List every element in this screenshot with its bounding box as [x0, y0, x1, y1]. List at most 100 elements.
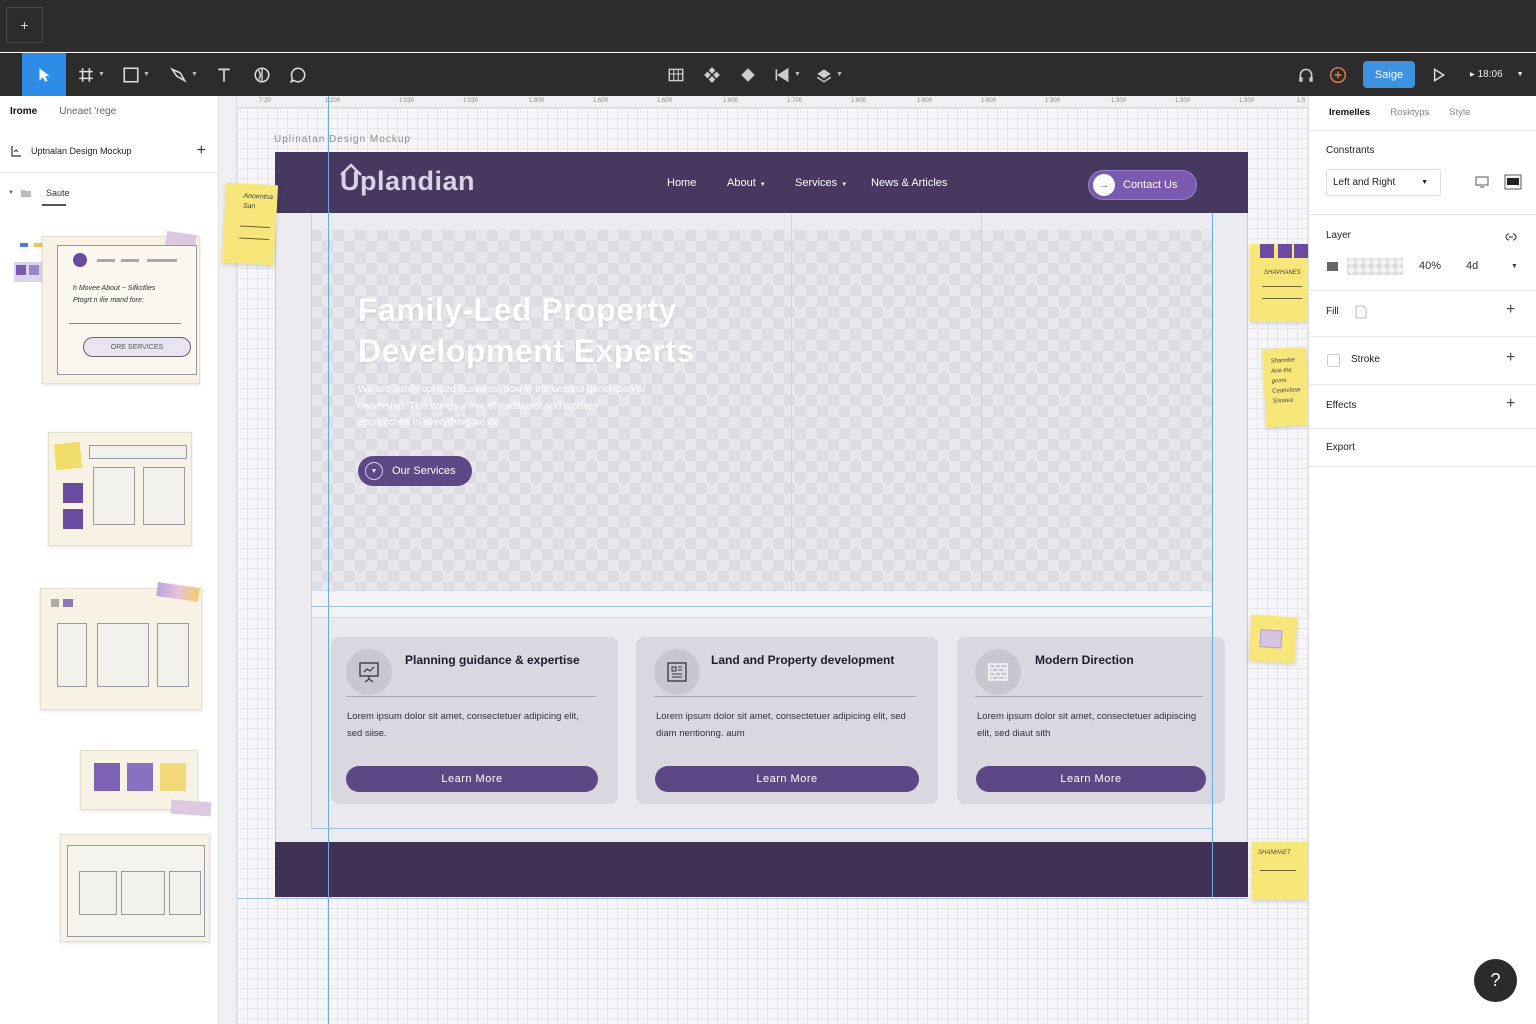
layers-panel: Irome Uneaet 'rege Uptnalan Design Mocku… — [0, 96, 219, 1024]
pen-icon — [170, 67, 187, 83]
layer-opacity-value[interactable]: 40% — [1419, 260, 1441, 272]
sticky-note-text: Shannhe Aoe the grvmi Ceahvlose Sonava — [1270, 357, 1301, 405]
tab-assets[interactable]: Uneaet 'rege — [59, 106, 116, 117]
sticky-note-right-2[interactable]: Shannhe Aoe the grvmi Ceahvlose Sonava — [1261, 346, 1311, 428]
ruler-tick: 1:300 — [1045, 98, 1061, 104]
caret-down-icon: ▼ — [8, 190, 14, 196]
file-row[interactable]: Uptnalan Design Mockup + — [10, 142, 206, 160]
ruler-tick: 7:20 — [259, 98, 271, 104]
diamond-icon — [741, 67, 755, 82]
layer-transparency-preview[interactable] — [1347, 258, 1403, 275]
note-line — [1262, 298, 1302, 299]
user-avatar-icon — [1329, 66, 1347, 83]
frame-fill-icon[interactable] — [1504, 174, 1522, 190]
shape-tool[interactable]: ▼ — [120, 53, 152, 96]
stroke-checkbox[interactable] — [1327, 354, 1340, 367]
pen-tool[interactable]: ▼ — [168, 53, 200, 96]
page-name: Saute — [45, 188, 70, 198]
ruler-tick: 1:030 — [399, 98, 415, 104]
comment-icon — [289, 66, 306, 83]
service-card-modern[interactable]: Modern Direction Lorem ipsum dolor sit a… — [957, 637, 1225, 804]
add-effect-icon[interactable]: + — [1506, 395, 1515, 413]
constraints-value: Left and Right — [1333, 177, 1396, 188]
service-card-planning[interactable]: Planning guidance & expertise Lorem ipsu… — [331, 637, 618, 804]
wire-line — [69, 323, 181, 324]
monitor-icon[interactable] — [1475, 176, 1489, 188]
our-services-button[interactable]: ▼ Our Services — [358, 456, 472, 486]
component-tool[interactable] — [664, 53, 688, 96]
hero-title[interactable]: Family-Led Property Development Experts — [358, 290, 778, 372]
file-name: Uptnalan Design Mockup — [31, 146, 132, 156]
link-icon[interactable] — [1505, 231, 1517, 243]
new-tab-button[interactable]: + — [6, 7, 43, 43]
service-card-development[interactable]: Land and Property development Lorem ipsu… — [636, 637, 938, 804]
section-divider-strip[interactable] — [311, 590, 1212, 618]
nav-home[interactable]: Home — [667, 177, 696, 189]
ruler-tick: 1:800 — [529, 98, 545, 104]
panel-divider — [1309, 336, 1536, 337]
chevron-down-icon: ▼ — [1421, 179, 1428, 186]
site-footer[interactable] — [275, 842, 1248, 897]
nav-services[interactable]: Services ▼ — [795, 177, 847, 189]
comment-tool[interactable] — [286, 53, 310, 96]
move-tool[interactable] — [22, 53, 66, 96]
thumb-wire-block — [169, 871, 201, 915]
learn-more-button[interactable]: Learn More — [346, 766, 598, 792]
add-page-icon[interactable]: + — [197, 142, 206, 160]
page-thumbnail-5[interactable] — [60, 834, 210, 942]
sticky-note-right-4[interactable]: SHANHAET — [1252, 842, 1308, 900]
layout-guide — [791, 213, 792, 590]
resources-tool[interactable] — [250, 53, 274, 96]
ruler-tick: 1:5 — [1297, 98, 1306, 104]
frame-label[interactable]: Uplinatan Design Mockup — [274, 134, 411, 145]
site-logo[interactable]: Uplandian — [340, 166, 475, 197]
blue-swatch — [20, 243, 28, 247]
nav-about[interactable]: About ▼ — [727, 177, 766, 189]
zoom-control[interactable]: ▶ 18:06 ▼ — [1470, 53, 1524, 96]
constraints-dropdown[interactable]: Left and Right ▼ — [1326, 169, 1441, 196]
flatten-tool[interactable]: ▼ — [814, 53, 844, 96]
purple-swatch — [16, 265, 26, 275]
learn-more-button[interactable]: Learn More — [976, 766, 1206, 792]
add-fill-icon[interactable]: + — [1506, 301, 1515, 319]
help-button[interactable]: ? — [1474, 959, 1517, 1002]
fill-tool[interactable] — [736, 53, 760, 96]
play-small-icon: ▶ — [1470, 72, 1475, 78]
tab-home[interactable]: Irome — [10, 106, 37, 117]
frame-tool[interactable]: ▼ — [76, 53, 106, 96]
mask-tool[interactable]: ▼ — [772, 53, 802, 96]
page-thumbnail-4[interactable] — [80, 750, 212, 817]
tab-prototype[interactable]: Rosktyps — [1390, 107, 1429, 118]
page-thumbnail-3[interactable] — [40, 582, 202, 710]
nav-news[interactable]: News & Articles — [871, 177, 947, 189]
text-tool[interactable] — [212, 53, 236, 96]
share-button[interactable]: Saige — [1363, 61, 1415, 88]
folder-icon — [20, 190, 31, 197]
boolean-tool[interactable] — [700, 53, 724, 96]
sticky-note-right-1[interactable]: SHAVHANES — [1250, 244, 1308, 322]
add-stroke-icon[interactable]: + — [1506, 349, 1515, 367]
layer-color-swatch[interactable] — [1327, 262, 1338, 271]
tab-style[interactable]: Style — [1449, 107, 1470, 118]
document-icon[interactable] — [1355, 305, 1367, 319]
ruler-tick: 1:600 — [593, 98, 609, 104]
layer-blend-value[interactable]: 4d — [1466, 260, 1478, 272]
hero-subtitle[interactable]: We are family oprated business, now in t… — [358, 382, 648, 432]
tab-design[interactable]: Iremelles — [1329, 107, 1370, 118]
avatar[interactable] — [1326, 53, 1350, 96]
page-thumbnail-2[interactable] — [48, 432, 192, 546]
tape-swatch — [156, 582, 200, 602]
present-button[interactable] — [1426, 53, 1450, 96]
chevron-down-icon[interactable]: ▼ — [1511, 263, 1518, 270]
sticky-note-right-3[interactable] — [1248, 614, 1298, 664]
audio-button[interactable] — [1294, 53, 1318, 96]
brick-wall-icon — [975, 649, 1021, 695]
learn-more-button[interactable]: Learn More — [655, 766, 919, 792]
page-thumbnail-1[interactable]: h Movee About ~ Sifkctlies Ptogrt n ifie… — [14, 230, 204, 386]
contact-button[interactable]: → Contact Us — [1088, 170, 1197, 200]
page-item[interactable]: ▼ Saute — [8, 188, 69, 198]
export-heading[interactable]: Export — [1326, 442, 1355, 453]
purple-swatch — [1294, 244, 1308, 258]
sticky-note-left[interactable]: Anoentsa San — [221, 182, 279, 266]
headphones-icon — [1299, 68, 1313, 82]
